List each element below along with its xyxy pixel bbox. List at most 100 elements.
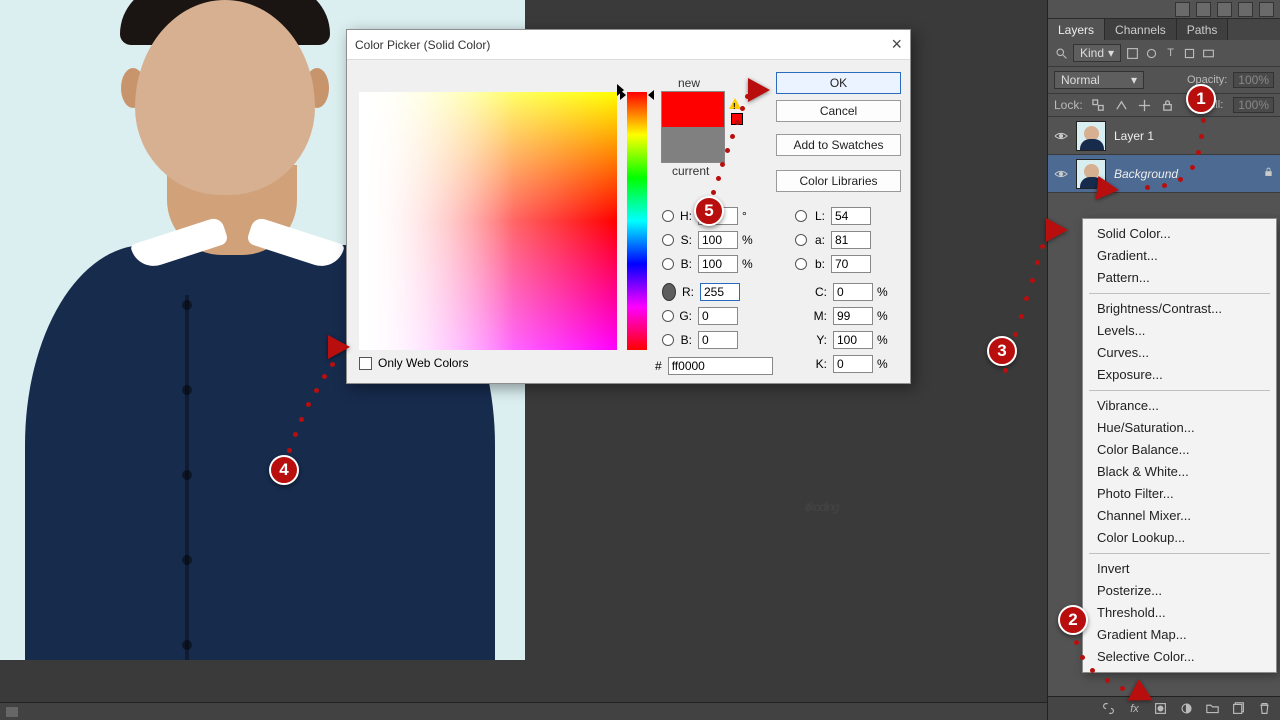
adjustment-layer-icon[interactable] (1179, 701, 1194, 716)
menu-item[interactable]: Levels... (1083, 320, 1276, 342)
hue-caret-left-icon (620, 90, 626, 100)
filter-type-icon[interactable]: T (1163, 46, 1178, 61)
filter-shape-icon[interactable] (1182, 46, 1197, 61)
lock-position-icon[interactable] (1137, 98, 1152, 113)
menu-item[interactable]: Selective Color... (1083, 646, 1276, 668)
saturation-brightness-field[interactable] (359, 92, 617, 350)
opt-icon[interactable] (1238, 2, 1253, 17)
b-lab-radio[interactable] (795, 258, 807, 270)
opt-icon[interactable] (1175, 2, 1190, 17)
annotation-badge-3: 3 (987, 336, 1017, 366)
horizontal-scrollbar[interactable] (0, 702, 1047, 720)
menu-item[interactable]: Solid Color... (1083, 223, 1276, 245)
color-picker-dialog: Color Picker (Solid Color) × new current… (346, 29, 911, 384)
add-to-swatches-button[interactable]: Add to Swatches (776, 134, 901, 156)
g-radio[interactable] (662, 310, 674, 322)
tab-layers[interactable]: Layers (1048, 19, 1105, 40)
b-hsb-input[interactable]: 100 (698, 255, 738, 273)
chevron-down-icon: ▾ (1108, 46, 1114, 60)
L-radio[interactable] (795, 210, 807, 222)
menu-item[interactable]: Channel Mixer... (1083, 505, 1276, 527)
opt-icon[interactable] (1196, 2, 1211, 17)
menu-item[interactable]: Curves... (1083, 342, 1276, 364)
b-rgb-field: B: 0 (662, 329, 738, 351)
cancel-button[interactable]: Cancel (776, 100, 901, 122)
ok-button[interactable]: OK (776, 72, 901, 94)
fill-value[interactable]: 100% (1233, 97, 1274, 113)
r-radio[interactable] (662, 283, 676, 301)
mask-icon[interactable] (1153, 701, 1168, 716)
dialog-title: Color Picker (Solid Color) (355, 38, 490, 52)
r-field: R: 255 (662, 281, 740, 303)
tab-paths[interactable]: Paths (1177, 19, 1229, 40)
b-hsb-radio[interactable] (662, 258, 674, 270)
c-input[interactable]: 0 (833, 283, 873, 301)
a-radio[interactable] (795, 234, 807, 246)
b-lab-input[interactable]: 70 (831, 255, 871, 273)
s-radio[interactable] (662, 234, 674, 246)
hue-slider[interactable] (627, 92, 647, 350)
k-input[interactable]: 0 (833, 355, 873, 373)
dialog-titlebar[interactable]: Color Picker (Solid Color) × (347, 30, 910, 60)
close-icon[interactable]: × (891, 34, 902, 55)
menu-item[interactable]: Exposure... (1083, 364, 1276, 386)
lock-image-icon[interactable] (1114, 98, 1129, 113)
b-rgb-radio[interactable] (662, 334, 674, 346)
b-hsb-field: B: 100 % (662, 253, 756, 275)
opt-icon[interactable] (1217, 2, 1232, 17)
hex-input[interactable]: ff0000 (668, 357, 773, 375)
visibility-eye-icon[interactable] (1054, 167, 1068, 181)
layer-row[interactable]: Layer 1 (1048, 117, 1280, 155)
group-icon[interactable] (1205, 701, 1220, 716)
a-input[interactable]: 81 (831, 231, 871, 249)
swatch-current[interactable] (662, 127, 724, 162)
opacity-value[interactable]: 100% (1233, 72, 1274, 88)
tab-channels[interactable]: Channels (1105, 19, 1177, 40)
menu-item[interactable]: Hue/Saturation... (1083, 417, 1276, 439)
blend-mode-select[interactable]: Normal▾ (1054, 71, 1144, 89)
menu-item[interactable]: Gradient... (1083, 245, 1276, 267)
only-web-colors-field[interactable]: Only Web Colors (359, 356, 468, 370)
menu-item[interactable]: Black & White... (1083, 461, 1276, 483)
h-radio[interactable] (662, 210, 674, 222)
g-input[interactable]: 0 (698, 307, 738, 325)
menu-item[interactable]: Photo Filter... (1083, 483, 1276, 505)
annotation-badge-5: 5 (694, 196, 724, 226)
color-libraries-button[interactable]: Color Libraries (776, 170, 901, 192)
filter-kind-select[interactable]: Kind▾ (1073, 44, 1121, 62)
menu-item[interactable]: Pattern... (1083, 267, 1276, 289)
opt-icon[interactable] (1259, 2, 1274, 17)
visibility-eye-icon[interactable] (1054, 129, 1068, 143)
m-input[interactable]: 99 (833, 307, 873, 325)
m-field: M: 99 % (813, 305, 891, 327)
menu-item[interactable]: Threshold... (1083, 602, 1276, 624)
layer-name[interactable]: Layer 1 (1114, 129, 1154, 143)
L-input[interactable]: 54 (831, 207, 871, 225)
menu-item[interactable]: Vibrance... (1083, 395, 1276, 417)
link-layers-icon[interactable] (1101, 701, 1116, 716)
swatch-new[interactable] (662, 92, 724, 127)
layer-name[interactable]: Background (1114, 167, 1178, 181)
filter-adjust-icon[interactable] (1144, 46, 1159, 61)
lock-all-icon[interactable] (1160, 98, 1175, 113)
menu-item[interactable]: Posterize... (1083, 580, 1276, 602)
menu-item[interactable]: Color Lookup... (1083, 527, 1276, 549)
filter-pixel-icon[interactable] (1125, 46, 1140, 61)
menu-item[interactable]: Brightness/Contrast... (1083, 298, 1276, 320)
menu-item[interactable]: Color Balance... (1083, 439, 1276, 461)
menu-item[interactable]: Gradient Map... (1083, 624, 1276, 646)
b-rgb-input[interactable]: 0 (698, 331, 738, 349)
new-layer-icon[interactable] (1231, 701, 1246, 716)
s-input[interactable]: 100 (698, 231, 738, 249)
filter-smart-icon[interactable] (1201, 46, 1216, 61)
annotation-badge-2: 2 (1058, 605, 1088, 635)
annotation-arrow-icon (1046, 218, 1068, 242)
layer-thumb[interactable] (1076, 121, 1106, 151)
lock-transparency-icon[interactable] (1091, 98, 1106, 113)
only-web-checkbox[interactable] (359, 357, 372, 370)
y-input[interactable]: 100 (833, 331, 873, 349)
menu-item[interactable]: Invert (1083, 558, 1276, 580)
r-input[interactable]: 255 (700, 283, 740, 301)
opacity-label: Opacity: (1187, 74, 1227, 86)
trash-icon[interactable] (1257, 701, 1272, 716)
